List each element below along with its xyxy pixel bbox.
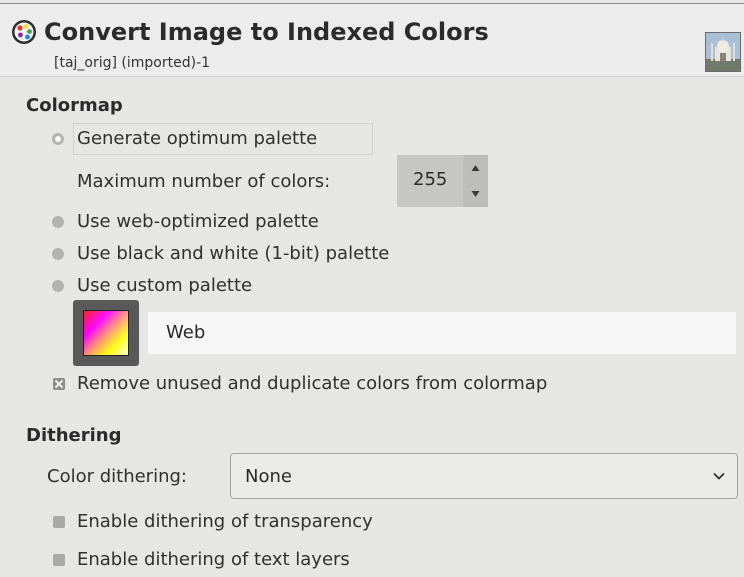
generate-optimum-label[interactable]: Generate optimum palette — [77, 128, 317, 149]
color-dithering-select[interactable]: None — [230, 453, 738, 499]
decrement-arrow-icon[interactable] — [463, 181, 488, 207]
dialog-subtitle: [taj_orig] (imported)-1 — [54, 55, 211, 71]
dither-text-layers-label[interactable]: Enable dithering of text layers — [77, 549, 350, 570]
black-white-label[interactable]: Use black and white (1-bit) palette — [77, 243, 389, 264]
chevron-down-icon — [713, 472, 725, 480]
max-colors-label: Maximum number of colors: — [77, 171, 331, 192]
remove-unused-label[interactable]: Remove unused and duplicate colors from … — [77, 373, 547, 394]
dither-transparency-checkbox[interactable] — [53, 516, 65, 528]
dither-text-layers-checkbox[interactable] — [53, 554, 65, 566]
generate-optimum-radio[interactable] — [52, 133, 64, 145]
color-dithering-label: Color dithering: — [47, 466, 187, 487]
palette-name-field[interactable]: Web — [148, 312, 736, 354]
colormap-section-title: Colormap — [26, 95, 123, 116]
color-dithering-value: None — [245, 466, 292, 487]
palette-name-value: Web — [166, 322, 206, 343]
max-colors-input[interactable]: 255 — [397, 155, 463, 207]
dithering-section-title: Dithering — [26, 425, 122, 446]
palette-icon — [12, 20, 36, 44]
dither-transparency-label[interactable]: Enable dithering of transparency — [77, 511, 373, 532]
increment-arrow-icon[interactable] — [463, 155, 488, 181]
web-optimized-label[interactable]: Use web-optimized palette — [77, 211, 319, 232]
image-thumbnail-icon — [705, 32, 741, 72]
custom-palette-label[interactable]: Use custom palette — [77, 275, 252, 296]
remove-unused-checkbox[interactable] — [53, 378, 65, 390]
web-optimized-radio[interactable] — [52, 216, 64, 228]
dialog-header: Convert Image to Indexed Colors [taj_ori… — [0, 4, 744, 76]
max-colors-value: 255 — [413, 169, 448, 190]
header-separator — [0, 76, 744, 77]
black-white-radio[interactable] — [52, 248, 64, 260]
max-colors-spinner — [463, 155, 488, 207]
custom-palette-radio[interactable] — [52, 280, 64, 292]
palette-select-button[interactable] — [73, 300, 139, 366]
palette-swatch-icon — [83, 310, 129, 356]
dialog-title: Convert Image to Indexed Colors — [44, 18, 489, 46]
